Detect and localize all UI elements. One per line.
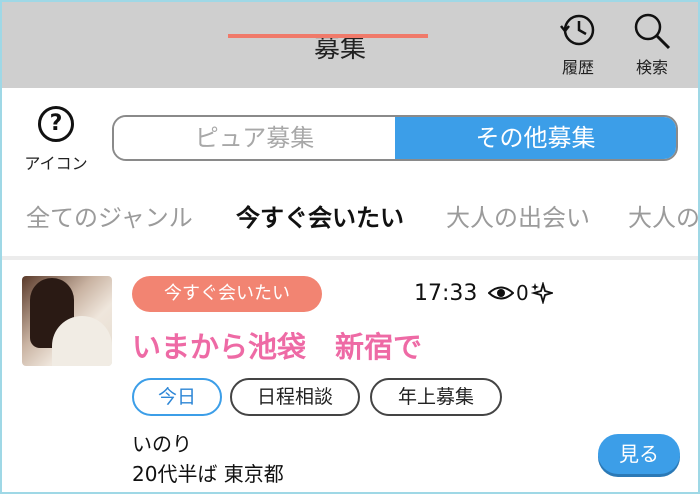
genre-tab-now[interactable]: 今すぐ会いたい	[236, 198, 404, 233]
segment-other[interactable]: その他募集	[395, 117, 676, 159]
active-genre-underline	[228, 34, 428, 38]
search-button[interactable]: 検索	[622, 8, 682, 84]
genre-badge: 今すぐ会いたい	[132, 276, 322, 312]
sparkle-icon	[530, 282, 553, 304]
help-icon: ?	[38, 106, 74, 142]
search-icon	[634, 13, 671, 50]
view-count-value: 0	[516, 281, 529, 305]
view-count: 0	[488, 281, 553, 305]
app-frame: 募集 履歴 検索 ? アイコン ピュア募集 その他募集 全てのジャンル 今すぐ会…	[0, 0, 700, 494]
genre-tabs: 全てのジャンル 今すぐ会いたい 大人の出会い 大人の	[2, 198, 698, 250]
post-time: 17:33	[414, 281, 478, 306]
history-button[interactable]: 履歴	[548, 8, 608, 84]
search-label: 検索	[635, 58, 668, 77]
avatar[interactable]	[22, 276, 112, 366]
poster-name: いのり	[132, 432, 192, 456]
tag-older: 年上募集	[370, 378, 502, 416]
section-divider	[2, 256, 698, 260]
poster-info: 20代半ば 東京都	[132, 462, 284, 486]
post-title[interactable]: いまから池袋 新宿で	[132, 324, 422, 366]
eye-icon	[488, 286, 514, 300]
icon-help-button[interactable]: ? アイコン	[16, 106, 96, 174]
tag-today: 今日	[132, 378, 222, 416]
genre-tab-all[interactable]: 全てのジャンル	[26, 198, 193, 233]
recruit-type-segment: ピュア募集 その他募集	[112, 115, 678, 161]
tag-schedule: 日程相談	[230, 378, 360, 416]
help-label: アイコン	[24, 154, 88, 173]
header-bar: 募集 履歴 検索	[2, 2, 698, 88]
genre-tab-adult-more[interactable]: 大人の	[628, 198, 698, 233]
history-label: 履歴	[561, 58, 594, 77]
segment-pure[interactable]: ピュア募集	[114, 117, 395, 159]
view-button[interactable]: 見る	[598, 434, 680, 474]
history-icon	[560, 14, 595, 46]
genre-tab-adult[interactable]: 大人の出会い	[446, 198, 590, 233]
